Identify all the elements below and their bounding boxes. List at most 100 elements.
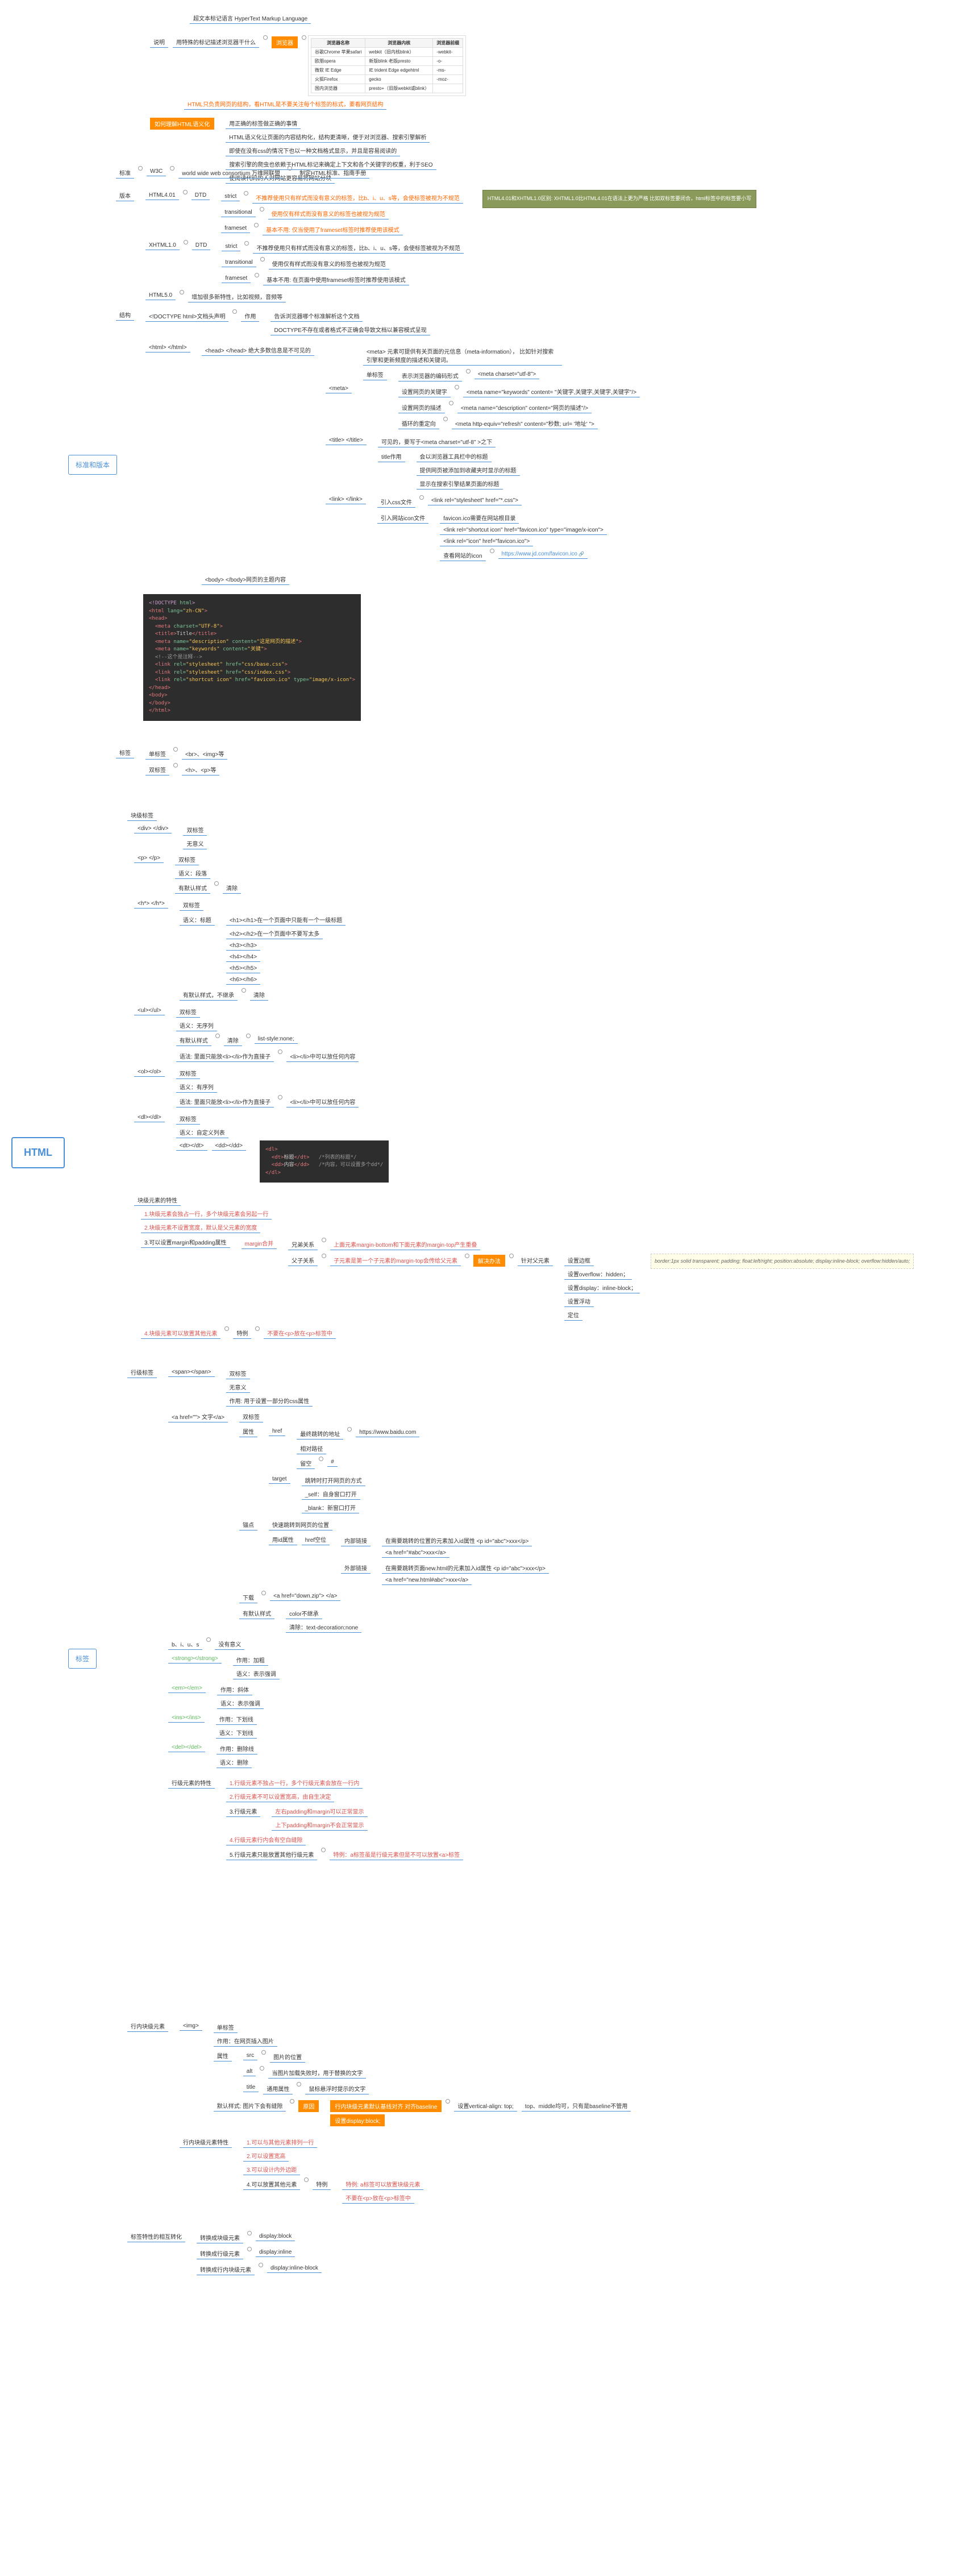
href-abs: 最终跳转的地址	[297, 1428, 343, 1440]
ver-label: 版本	[116, 190, 134, 201]
ins-u: 作用：下划线	[216, 1714, 257, 1725]
single-tag-label: 单标签	[363, 369, 387, 380]
doctype: <!DOCTYPE html>文档头声明	[145, 310, 228, 322]
dl-tag: <dl></dl>	[134, 1113, 165, 1122]
solve-l: 针对父元素	[518, 1255, 553, 1266]
anchor-use: 用id属性	[269, 1534, 297, 1545]
bf4-sp-v: 不要在<p>放在<p>标签中	[264, 1328, 335, 1339]
img-cause: 原因	[298, 2100, 319, 2112]
span-t1: 双标签	[226, 1368, 250, 1379]
solve: 解决办法	[473, 1255, 505, 1267]
bius: b、i、u、s	[168, 1638, 202, 1650]
meta-desc-v: <meta name="description" content="网页的描述"…	[457, 402, 592, 413]
circle-icon	[278, 1095, 282, 1100]
xframe-desc: 基本不用: 在页面中使用frameset标签时推荐使用该模式	[263, 274, 409, 285]
em: <em></em>	[168, 1684, 206, 1693]
margin-bro: 兄弟关系	[288, 1239, 318, 1250]
circle-icon	[278, 1050, 282, 1054]
ibf2: 2.可以设置宽高	[243, 2150, 289, 2162]
green-note: HTML4.01和XHTML1.0区别: XHTML1.0比HTML4.01在语…	[482, 190, 757, 208]
circle-icon	[449, 401, 453, 405]
tag-class-label: 标签	[116, 747, 134, 758]
strong: <strong></strong>	[168, 1654, 222, 1664]
a-t1: 双标签	[239, 1411, 263, 1422]
frame-note: 基本不用: 仅当使用了frameset标签时推荐使用该模式	[263, 224, 402, 235]
circle-icon	[247, 2247, 252, 2251]
if1: 1.行级元素不独占一行，多个行级元素会放在一行内	[226, 1777, 363, 1789]
circle-icon	[263, 35, 268, 40]
title-l1: 可见的，要写于<meta charset="utf-8" >之下	[378, 436, 496, 447]
single: 单标签	[145, 748, 169, 760]
em-u: 作用：斜体	[217, 1684, 252, 1695]
ibf4-sp1: 特例: a标签可以放置块级元素	[342, 2179, 423, 2190]
circle-icon	[206, 1637, 211, 1642]
ol-n: 语法: 里面只能放<li></li>作为直接子	[176, 1096, 274, 1107]
circle-icon	[173, 763, 178, 768]
link-css-v: <link rel="stylesheet" href="*.css">	[428, 496, 522, 505]
circle-icon	[288, 166, 292, 171]
browser-note: HTML只负责网页的结构，看HTML是不要关注每个标签的标式，要看网页结构	[184, 98, 386, 110]
div-t2: 无意义	[183, 838, 207, 849]
circle-icon	[261, 1591, 266, 1595]
href: href	[269, 1427, 285, 1436]
circle-icon	[304, 2177, 309, 2182]
doctype-d2: DOCTYPE不存在或者格式不正确会导致文档以兼容模式呈现	[270, 324, 430, 335]
xtrans: transitional	[222, 258, 256, 267]
xframe: frameset	[222, 274, 251, 283]
c2v: display:inline	[256, 2248, 295, 2257]
circle-icon	[170, 166, 174, 171]
dl-t1: 双标签	[176, 1113, 200, 1125]
h6: <h6></h6>	[226, 976, 260, 985]
href-empty: 留空	[297, 1458, 315, 1469]
circle-icon	[244, 191, 248, 196]
dtd: DTD	[192, 191, 210, 200]
solve1: 设置边框	[564, 1255, 594, 1266]
solve4: 设置浮动	[564, 1296, 594, 1307]
ul-d3: list-style:none;	[255, 1035, 298, 1044]
bf3: 3.可以设置margin和padding属性	[141, 1237, 230, 1248]
transitional: transitional	[221, 208, 255, 217]
double: 双标签	[145, 764, 169, 775]
circle-icon	[259, 2263, 263, 2267]
p-d2: 清除	[223, 882, 241, 894]
target: target	[269, 1475, 290, 1484]
circle-icon	[224, 1326, 229, 1331]
block-label: 块级标签	[127, 810, 157, 821]
a-tag: <a href=""> 文字</a>	[168, 1411, 228, 1422]
circle-icon	[465, 1254, 469, 1258]
circle-icon	[446, 2099, 450, 2104]
link-fav-see: 查看网站的icon	[440, 550, 485, 561]
if4: 4.行级元素行内会有空白缝隙	[226, 1834, 306, 1845]
circle-icon	[244, 241, 249, 246]
browser-button[interactable]: 浏览器	[272, 36, 298, 48]
h5: <h5></h5>	[226, 964, 260, 973]
w3c-full: world wide web consortium 万维网联盟	[178, 167, 284, 179]
circle-icon	[466, 369, 471, 374]
semantic-1: 用正确的标签做正确的事情	[226, 118, 301, 129]
meta-refresh-l: 循环的重定向	[398, 418, 439, 429]
doctype-d1: 告诉浏览器哪个标准解析这个文档	[270, 310, 363, 322]
circle-icon	[232, 309, 237, 314]
ul-m: 语义：无序列	[176, 1020, 217, 1031]
ibf4-sp2: 不要在<p>放在<p>标签中	[342, 2192, 414, 2204]
xstrict: strict	[222, 242, 240, 251]
circle-icon	[215, 1034, 220, 1038]
img-attr: 属性	[214, 2050, 232, 2061]
favicon-url-link[interactable]: https://www.jd.com/favicon.ico	[498, 550, 588, 559]
solve2: 设置overflow：hidden；	[564, 1268, 632, 1280]
p-t1: 双标签	[175, 854, 199, 865]
a-style-d: 清除：text-decoration:none	[286, 1621, 361, 1633]
w3c: W3C	[147, 167, 166, 176]
margin-bro-v: 上面元素margin-bottom和下面元素的margin-top产生重叠	[330, 1239, 480, 1250]
p-tag: <p> </p>	[134, 854, 164, 863]
span-t2: 无意义	[226, 1382, 250, 1393]
img-title-l: 通用属性	[263, 2083, 293, 2094]
block-feature-label: 块级元素的特性	[134, 1194, 181, 1206]
circle-icon	[321, 1848, 326, 1852]
code-example: <!DOCTYPE html> <html lang="zh-CN"> <hea…	[143, 594, 361, 721]
h-m: 语义：标题	[180, 914, 215, 926]
circle-icon	[290, 2099, 294, 2104]
ibf1: 1.可以与其他元素排列一行	[243, 2137, 317, 2148]
circle-icon	[180, 290, 184, 294]
circle-icon	[260, 207, 264, 211]
